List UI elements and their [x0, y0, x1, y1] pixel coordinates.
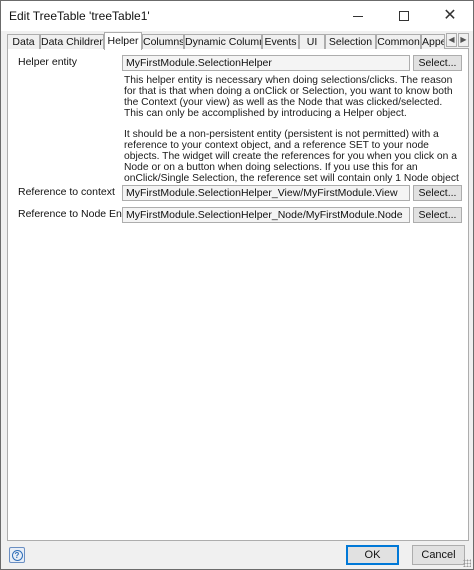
edit-treetable-dialog: Edit TreeTable 'treeTable1' ✕ Data Data … — [0, 0, 474, 570]
dialog-footer: ? OK Cancel — [1, 541, 473, 569]
helper-entity-description: This helper entity is necessary when doi… — [124, 75, 464, 194]
minimize-button[interactable] — [335, 1, 381, 31]
tab-events[interactable]: Events — [262, 34, 299, 49]
reference-context-field[interactable]: MyFirstModule.SelectionHelper_View/MyFir… — [122, 185, 410, 201]
minimize-icon — [353, 15, 363, 17]
resize-grip-icon[interactable] — [463, 559, 471, 567]
ok-button[interactable]: OK — [346, 545, 399, 565]
tab-scroll-left-icon[interactable]: ◀ — [446, 33, 457, 47]
tab-dynamic-columns[interactable]: Dynamic Columns — [184, 34, 262, 49]
helper-entity-label: Helper entity — [18, 56, 77, 68]
helper-entity-select-button[interactable]: Select... — [413, 55, 462, 71]
tab-data[interactable]: Data — [7, 34, 40, 49]
description-paragraph-2: It should be a non-persistent entity (pe… — [124, 129, 459, 184]
tab-scroll-right-icon[interactable]: ▶ — [458, 33, 469, 47]
tab-data-children[interactable]: Data Children — [40, 34, 104, 49]
title-bar[interactable]: Edit TreeTable 'treeTable1' ✕ — [1, 1, 473, 31]
reference-node-field[interactable]: MyFirstModule.SelectionHelper_Node/MyFir… — [122, 207, 410, 223]
tab-ui[interactable]: UI — [299, 34, 325, 49]
help-icon: ? — [11, 549, 23, 561]
cancel-button[interactable]: Cancel — [412, 545, 465, 565]
tab-columns[interactable]: Columns — [142, 34, 184, 49]
window-title: Edit TreeTable 'treeTable1' — [9, 9, 150, 23]
tab-selection[interactable]: Selection — [325, 34, 376, 49]
reference-context-select-button[interactable]: Select... — [413, 185, 462, 201]
helper-tab-panel: Helper entity MyFirstModule.SelectionHel… — [7, 49, 469, 541]
tab-common[interactable]: Common — [376, 34, 421, 49]
description-paragraph-1: This helper entity is necessary when doi… — [124, 75, 453, 119]
helper-entity-field[interactable]: MyFirstModule.SelectionHelper — [122, 55, 410, 71]
reference-node-select-button[interactable]: Select... — [413, 207, 462, 223]
help-button[interactable]: ? — [9, 547, 25, 563]
tab-strip: Data Data Children Helper Columns Dynami… — [7, 32, 469, 50]
close-icon: ✕ — [443, 7, 457, 24]
tab-appearance[interactable]: Appe — [421, 34, 445, 49]
maximize-icon — [399, 11, 409, 21]
maximize-button[interactable] — [381, 1, 427, 31]
close-button[interactable]: ✕ — [427, 1, 473, 31]
tab-helper[interactable]: Helper — [104, 32, 142, 50]
reference-context-label: Reference to context — [18, 186, 115, 198]
reference-node-label: Reference to Node Entity — [18, 208, 136, 220]
